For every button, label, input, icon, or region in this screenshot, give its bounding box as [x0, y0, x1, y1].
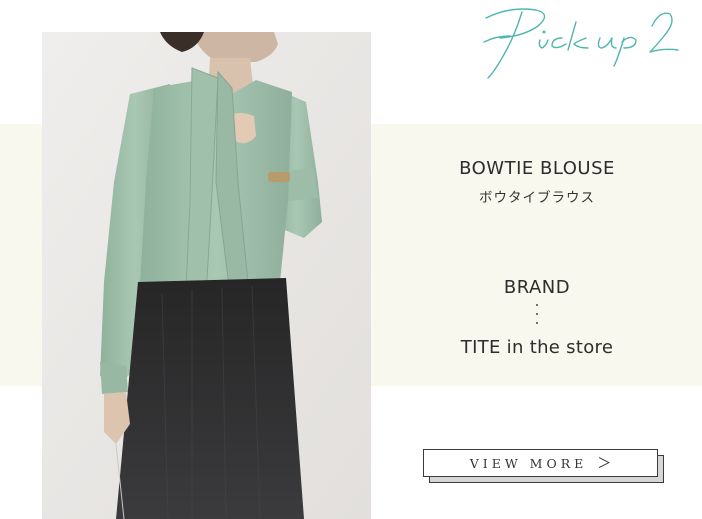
brand-label: BRAND — [503, 277, 571, 298]
brand-separator — [372, 304, 702, 332]
separator-dot — [536, 304, 538, 306]
product-name-ja: ボウタイブラウス — [479, 190, 595, 206]
product-photo[interactable] — [42, 32, 371, 519]
pickup-card: Pick up 2 BOWTIE BLOUSE ボウタイブラウス BRAND T… — [0, 0, 702, 519]
chevron-right-icon: ＞ — [597, 456, 612, 472]
brand-name: TITE in the store — [460, 337, 614, 358]
model-illustration — [42, 32, 371, 519]
separator-dot — [536, 322, 538, 324]
view-more-button[interactable]: VIEW MORE ＞ — [423, 449, 658, 477]
pickup-script-title: Pick up 2 — [480, 2, 690, 82]
pickup-script-text: Pick up 2 — [480, 82, 481, 83]
product-name-en: BOWTIE BLOUSE — [459, 158, 615, 179]
view-more-label: VIEW MORE — [469, 455, 588, 471]
separator-dot — [536, 313, 538, 315]
pickup-script-heading — [483, 8, 679, 79]
